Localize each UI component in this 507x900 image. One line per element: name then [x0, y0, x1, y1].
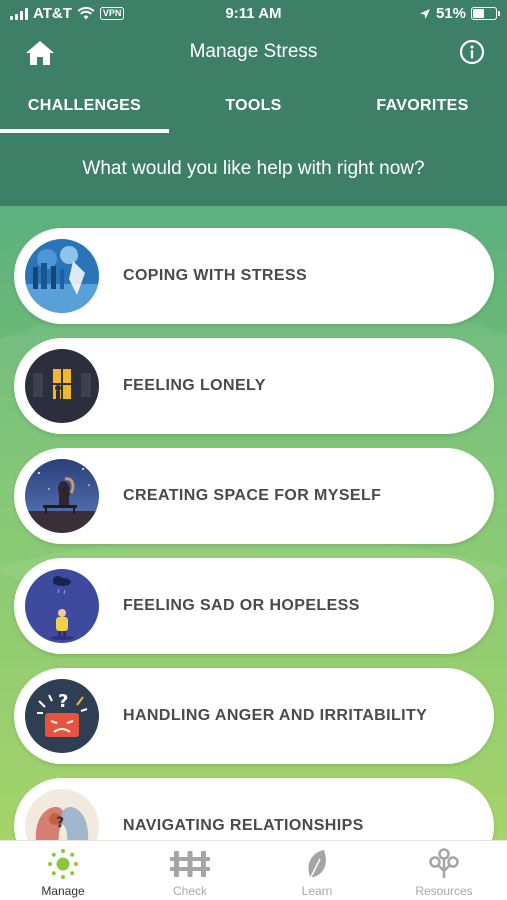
tab-manage[interactable]: Manage	[0, 841, 126, 900]
angry-face-illustration: ?	[25, 679, 99, 753]
challenge-label: FEELING SAD OR HOPELESS	[123, 597, 360, 614]
person-on-bench-illustration	[25, 459, 99, 533]
faces-illustration: ?	[25, 789, 99, 840]
tab-label: Check	[172, 884, 207, 898]
challenge-card-navigating-relationships[interactable]: ? NAVIGATING RELATIONSHIPS	[14, 778, 494, 840]
tab-resources[interactable]: Resources	[381, 841, 507, 900]
leaf-icon	[308, 850, 326, 880]
challenge-label: HANDLING ANGER AND IRRITABILITY	[123, 707, 428, 724]
sun-icon	[48, 849, 78, 879]
svg-text:?: ?	[56, 815, 64, 831]
page-title: Manage Stress	[189, 41, 318, 62]
location-arrow-icon	[419, 8, 430, 19]
lonely-window-illustration	[25, 349, 99, 423]
svg-text:?: ?	[58, 691, 68, 712]
challenge-card-coping-with-stress[interactable]: COPING WITH STRESS	[14, 228, 494, 324]
tab-check[interactable]: Check	[127, 841, 253, 900]
tab-bar: CHALLENGES TOOLS FAVORITES	[0, 85, 507, 133]
challenge-list[interactable]: COPING WITH STRESS FEELING LONELY CREATI…	[0, 206, 507, 840]
tab-favorites[interactable]: FAVORITES	[338, 85, 507, 133]
tab-learn[interactable]: Learn	[254, 841, 380, 900]
tab-tools[interactable]: TOOLS	[169, 85, 338, 133]
challenge-card-creating-space[interactable]: CREATING SPACE FOR MYSELF	[14, 448, 494, 544]
battery-percent: 51%	[435, 5, 466, 22]
tab-challenges[interactable]: CHALLENGES	[0, 85, 169, 133]
tree-icon	[429, 848, 459, 878]
tab-label: Learn	[301, 884, 333, 898]
tab-label: Manage	[41, 884, 85, 898]
challenge-label: NAVIGATING RELATIONSHIPS	[123, 817, 364, 834]
battery-icon	[471, 7, 500, 20]
rain-cloud-illustration	[25, 569, 99, 643]
tab-label: Resources	[415, 884, 473, 898]
bottom-tab-bar: Manage Check Learn Resources	[0, 840, 507, 900]
challenge-card-feeling-sad[interactable]: FEELING SAD OR HOPELESS	[14, 558, 494, 654]
challenge-card-handling-anger[interactable]: ? HANDLING ANGER AND IRRITABILITY	[14, 668, 494, 764]
stress-illustration	[25, 239, 99, 313]
challenge-card-feeling-lonely[interactable]: FEELING LONELY	[14, 338, 494, 434]
challenge-label: FEELING LONELY	[123, 377, 266, 394]
header: AT&T VPN 9:11 AM 51% Manage Stress CHALL…	[0, 0, 507, 206]
fence-icon	[170, 851, 210, 877]
challenge-label: CREATING SPACE FOR MYSELF	[123, 487, 382, 504]
help-prompt: What would you like help with right now?	[82, 158, 425, 179]
info-icon[interactable]	[459, 39, 485, 65]
challenge-label: COPING WITH STRESS	[123, 267, 308, 284]
status-bar: AT&T VPN 9:11 AM 51%	[0, 0, 507, 30]
